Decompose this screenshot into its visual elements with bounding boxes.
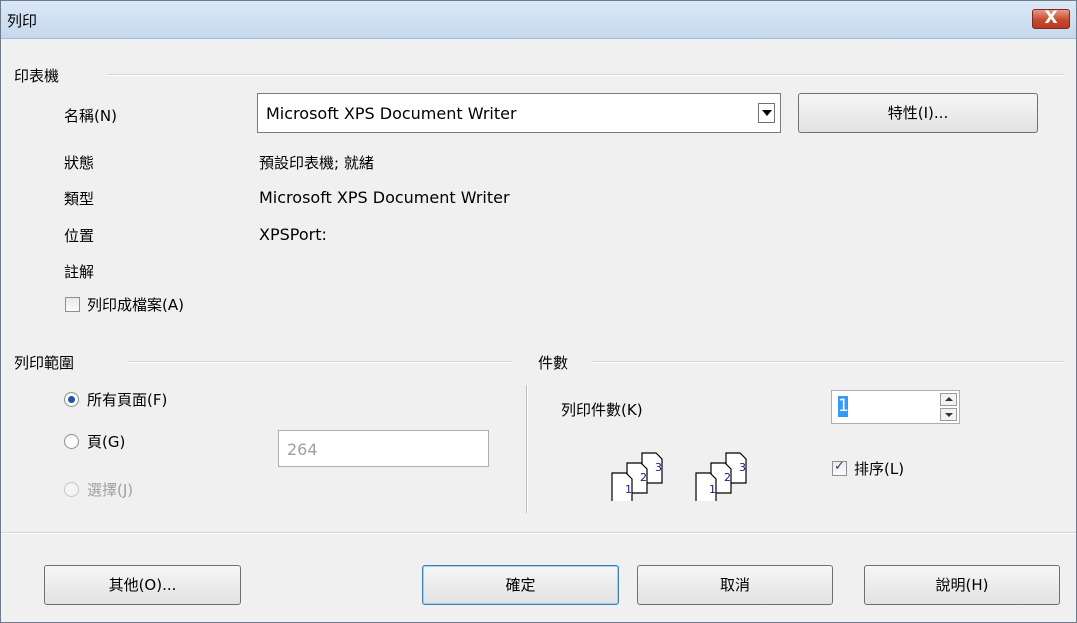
selection-radio[interactable] — [64, 482, 79, 497]
collate-icon-2: 3 2 1 — [695, 452, 747, 501]
close-icon: X — [1044, 8, 1058, 28]
title-bar: 列印 X — [1, 1, 1076, 39]
properties-button[interactable]: 特性(I)... — [798, 93, 1038, 133]
collate2-page-3: 3 — [739, 461, 746, 474]
copies-count-label: 列印件數(K) — [561, 401, 643, 419]
range-group-divider — [127, 361, 511, 363]
stepper-up-icon[interactable] — [940, 393, 957, 406]
pages-input-value: 264 — [287, 440, 318, 459]
window-title: 列印 — [7, 12, 38, 30]
collate2-page-2: 2 — [724, 471, 731, 484]
print-dialog: 列印 X 印表機 名稱(N) Microsoft XPS Document Wr… — [0, 0, 1077, 623]
other-button[interactable]: 其他(O)... — [44, 565, 241, 605]
range-group-label: 列印範圍 — [14, 354, 75, 372]
printer-name-label: 名稱(N) — [64, 107, 117, 125]
status-value: 預設印表機; 就緒 — [259, 154, 374, 172]
printer-name-value: Microsoft XPS Document Writer — [266, 104, 517, 123]
ok-button[interactable]: 確定 — [422, 565, 619, 605]
copies-count-stepper[interactable]: 1 — [831, 390, 960, 424]
stepper-buttons — [940, 393, 957, 421]
collate-icon: 3 2 1 — [611, 452, 663, 501]
collate-label[interactable]: 排序(L) — [854, 458, 904, 479]
cancel-button[interactable]: 取消 — [637, 565, 833, 605]
pages-radio[interactable] — [64, 434, 79, 449]
type-label: 類型 — [64, 190, 95, 208]
collate-page-2: 2 — [640, 471, 647, 484]
stepper-down-icon[interactable] — [940, 408, 957, 421]
copies-count-value[interactable]: 1 — [838, 396, 849, 417]
type-value: Microsoft XPS Document Writer — [259, 188, 510, 207]
location-value: XPSPort: — [259, 225, 327, 244]
location-label: 位置 — [64, 227, 95, 245]
printer-group-label: 印表機 — [14, 67, 60, 85]
copies-group-label: 件數 — [538, 354, 569, 372]
comment-label: 註解 — [64, 263, 95, 281]
pages-input[interactable]: 264 — [278, 430, 489, 467]
chevron-down-icon[interactable] — [758, 103, 775, 123]
close-button[interactable]: X — [1032, 8, 1070, 29]
print-to-file-checkbox[interactable] — [65, 297, 80, 312]
selection-label[interactable]: 選擇(J) — [87, 479, 133, 500]
pages-label[interactable]: 頁(G) — [87, 431, 125, 452]
collate-checkbox[interactable] — [832, 459, 847, 476]
status-label: 狀態 — [64, 154, 95, 172]
collate2-page-1: 1 — [709, 483, 716, 496]
printer-group-divider — [107, 74, 1064, 76]
bottom-divider — [1, 532, 1076, 534]
print-to-file-label[interactable]: 列印成檔案(A) — [87, 294, 184, 315]
help-button[interactable]: 說明(H) — [864, 565, 1060, 605]
copies-vertical-divider — [526, 385, 528, 513]
all-pages-label[interactable]: 所有頁面(F) — [87, 389, 167, 410]
copies-group-divider — [591, 361, 1064, 363]
printer-name-select[interactable]: Microsoft XPS Document Writer — [257, 93, 781, 133]
collate-page-1: 1 — [625, 483, 632, 496]
collate-page-3: 3 — [655, 461, 662, 474]
all-pages-radio[interactable] — [64, 392, 79, 407]
